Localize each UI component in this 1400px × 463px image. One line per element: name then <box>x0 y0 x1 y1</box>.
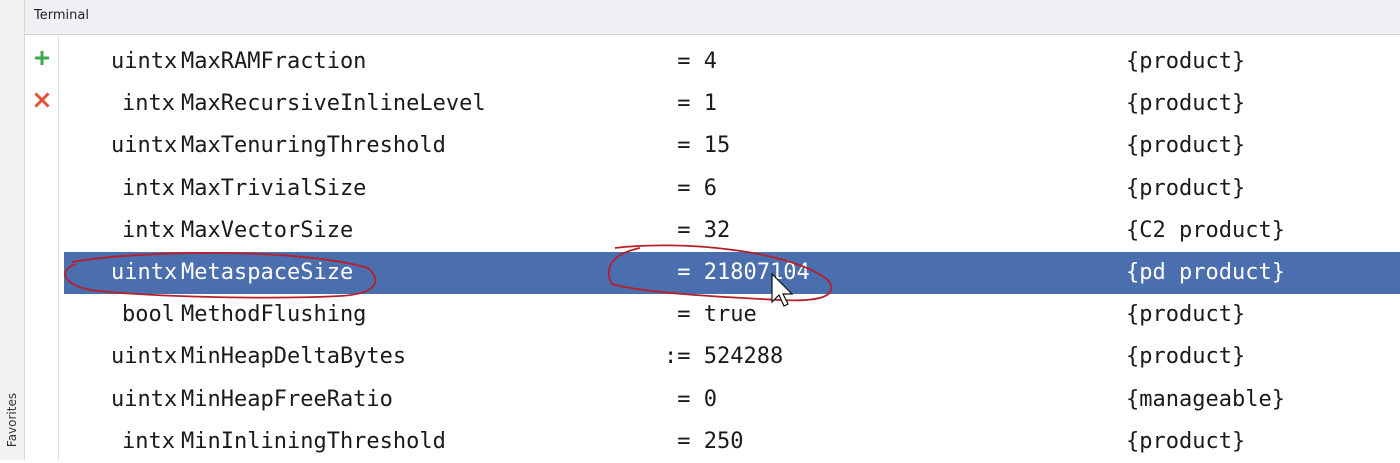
flag-assign: = <box>664 91 691 117</box>
flag-assign: := <box>664 344 691 370</box>
flag-origin: {product} <box>1126 49 1246 74</box>
flag-origin: {product} <box>1126 302 1246 328</box>
flag-assign: = <box>664 302 691 328</box>
flag-value: = 0 <box>664 379 717 421</box>
favorites-tab[interactable]: Favorites <box>2 380 22 460</box>
flag-name: MaxVectorSize <box>181 217 354 243</box>
flag-name: MinHeapFreeRatio <box>181 386 393 412</box>
flag-value: := 524288 <box>664 336 783 378</box>
table-row[interactable]: uintx MinHeapFreeRatio = 0 {manageable} <box>59 379 1400 421</box>
flag-value-text: 524288 <box>703 344 784 370</box>
flag-assign: = <box>664 133 691 159</box>
flag-name: MaxTrivialSize <box>181 175 367 201</box>
table-row[interactable]: intx MaxVectorSize = 32 {C2 product} <box>59 210 1400 252</box>
terminal-header: Terminal <box>25 0 1400 35</box>
favorites-tab-label: Favorites <box>5 392 19 448</box>
flag-name: MinInliningThreshold <box>181 428 446 454</box>
terminal-output[interactable]: uintx MaxRAMFraction = 4 {product} intx MaxR… <box>59 35 1400 460</box>
flag-value-text: 0 <box>703 386 717 412</box>
flag-value: = 1 <box>664 83 717 125</box>
flag-origin: {product} <box>1126 428 1246 454</box>
flag-value-text: 250 <box>703 428 744 454</box>
flag-name: MaxRecursiveInlineLevel <box>181 91 486 117</box>
table-row[interactable]: uintx MaxTenuringThreshold = 15 {product} <box>59 125 1400 167</box>
flag-type: uintx <box>111 260 178 285</box>
flag-origin: {product} <box>1126 133 1246 159</box>
flag-name: MaxRAMFraction <box>181 49 367 74</box>
plus-icon <box>35 51 49 65</box>
flag-type: bool <box>122 302 175 328</box>
flag-value-text: 1 <box>703 91 717 117</box>
table-row[interactable]: uintx MinHeapDeltaBytes := 524288 {product} <box>59 336 1400 378</box>
flag-assign: = <box>664 175 691 201</box>
flag-value-text: 4 <box>703 49 717 74</box>
table-row-selected[interactable]: uintx MetaspaceSize = 21807104 {pd product… <box>64 252 1400 294</box>
flag-type: uintx <box>111 344 178 370</box>
flag-value: = 250 <box>664 421 744 463</box>
flag-type: uintx <box>111 49 178 74</box>
left-tool-strip: Favorites <box>0 0 25 460</box>
flag-value: = 4 <box>664 41 717 83</box>
flag-type: intx <box>122 91 175 117</box>
table-row[interactable]: intx MinInliningThreshold = 250 {product} <box>59 421 1400 463</box>
flag-origin: {pd product} <box>1126 260 1285 285</box>
flag-type: intx <box>122 428 175 454</box>
flag-origin: {product} <box>1126 91 1246 117</box>
flag-value-text: 6 <box>703 175 717 201</box>
flag-name: MaxTenuringThreshold <box>181 133 446 159</box>
flag-type: uintx <box>111 133 178 159</box>
flag-value-text: 15 <box>703 133 731 159</box>
flag-origin: {product} <box>1126 175 1246 201</box>
flag-value-text: 32 <box>703 217 731 243</box>
flag-origin: {product} <box>1126 344 1246 370</box>
flag-value: = 21807104 <box>664 252 810 294</box>
flag-name: MetaspaceSize <box>181 260 354 285</box>
flag-value: = 15 <box>664 125 730 167</box>
flag-value: = 32 <box>664 210 730 252</box>
close-session-button[interactable] <box>31 89 53 111</box>
flag-value: = 6 <box>664 168 717 210</box>
flag-name: MethodFlushing <box>181 302 367 328</box>
close-icon <box>34 92 50 108</box>
table-row[interactable]: bool MethodFlushing = true {product} <box>59 294 1400 336</box>
table-row[interactable]: intx MaxTrivialSize = 6 {product} <box>59 168 1400 210</box>
flag-assign: = <box>664 428 691 454</box>
table-row[interactable]: uintx MaxRAMFraction = 4 {product} <box>59 41 1400 83</box>
flag-type: intx <box>122 217 175 243</box>
flag-name: MinHeapDeltaBytes <box>181 344 407 370</box>
flag-value-text: 21807104 <box>703 260 810 285</box>
flag-type: intx <box>122 175 175 201</box>
terminal-toolbar <box>25 35 59 460</box>
flag-assign: = <box>664 260 691 285</box>
flag-value-text: true <box>703 302 757 328</box>
flag-value: = true <box>664 294 757 336</box>
table-row[interactable]: intx MaxRecursiveInlineLevel = 1 {product} <box>59 83 1400 125</box>
new-session-button[interactable] <box>31 47 53 69</box>
flag-assign: = <box>664 386 691 412</box>
panel-title: Terminal <box>34 8 89 23</box>
flag-origin: {C2 product} <box>1126 217 1285 243</box>
flag-assign: = <box>664 49 691 74</box>
flag-assign: = <box>664 217 691 243</box>
flag-origin: {manageable} <box>1126 386 1285 412</box>
flag-type: uintx <box>111 386 178 412</box>
